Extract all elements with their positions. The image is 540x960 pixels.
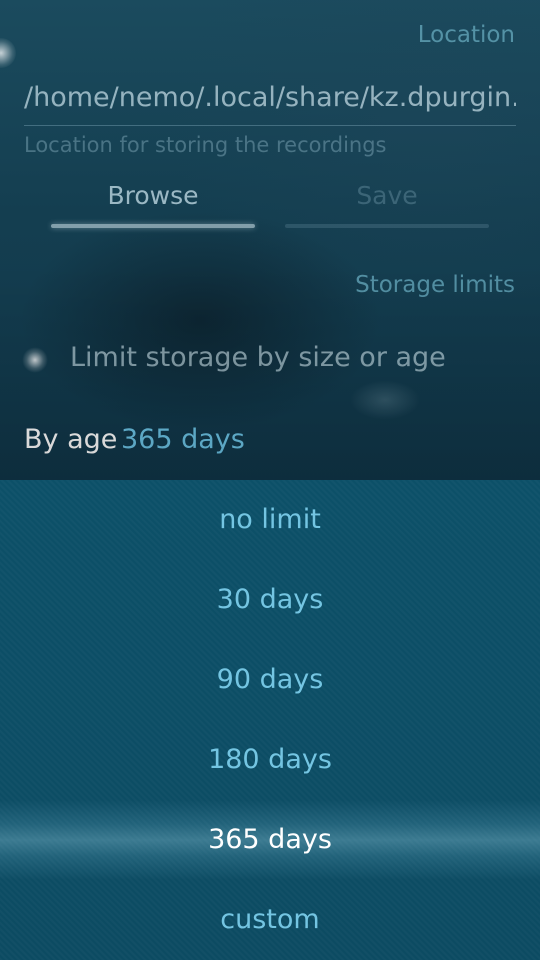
location-section-header: Location — [417, 22, 515, 48]
settings-page: Location /home/nemo/.local/share/kz.dpur… — [0, 0, 540, 480]
menu-item-180-days[interactable]: 180 days — [0, 720, 540, 800]
menu-item-custom[interactable]: custom — [0, 880, 540, 960]
by-age-value: 365 days — [121, 424, 245, 455]
save-button-underline — [285, 224, 489, 228]
browse-button-label: Browse — [107, 181, 199, 210]
save-button-label: Save — [356, 181, 418, 210]
age-options-menu: no limit 30 days 90 days 180 days 365 da… — [0, 480, 540, 960]
by-age-combobox[interactable]: By age 365 days — [0, 410, 540, 474]
location-path-hint: Location for storing the recordings — [24, 133, 387, 157]
switch-indicator-icon — [22, 347, 48, 373]
storage-limits-section-header: Storage limits — [355, 272, 515, 298]
menu-item-no-limit[interactable]: no limit — [0, 480, 540, 560]
limit-storage-switch[interactable]: Limit storage by size or age — [0, 330, 540, 392]
menu-item-365-days[interactable]: 365 days — [0, 800, 540, 880]
menu-item-90-days[interactable]: 90 days — [0, 640, 540, 720]
menu-item-30-days[interactable]: 30 days — [0, 560, 540, 640]
by-age-label: By age — [24, 424, 118, 455]
save-button[interactable]: Save — [285, 176, 489, 232]
browse-button-underline — [51, 224, 255, 228]
pulley-menu-indicator — [0, 38, 16, 68]
browse-button[interactable]: Browse — [51, 176, 255, 232]
location-path-field[interactable]: /home/nemo/.local/share/kz.dpurgin.callr… — [24, 80, 516, 126]
limit-storage-switch-label: Limit storage by size or age — [70, 342, 446, 373]
